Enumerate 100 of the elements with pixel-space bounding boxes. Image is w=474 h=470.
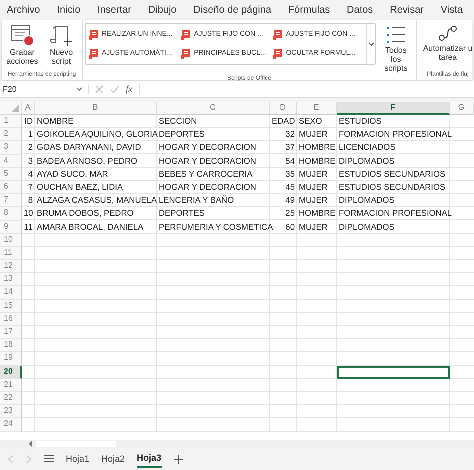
row-header[interactable]: 5 [0,168,22,181]
table-cell-text: DIPLOMADOS [338,154,396,168]
table-cell-text: DIPLOMADOS [338,194,396,208]
table-cell-text: DEPORTES [158,207,206,220]
table-cell-text: 7 [27,180,34,194]
menu-tab[interactable]: Archivo [4,4,44,16]
menu-tab[interactable]: Insertar [94,4,134,16]
corner-triangle-icon [12,105,19,112]
row-header[interactable]: 22 [0,392,22,406]
column-header[interactable]: B [35,102,157,115]
table-cell-text: ID [24,115,34,128]
enter-icon[interactable] [110,84,120,94]
menu-tab[interactable]: Inicio [54,4,84,16]
row-header[interactable]: 21 [0,378,22,392]
table-cell-text: MUJER [298,168,329,181]
select-all-button[interactable] [0,102,22,115]
table-cell-text: 35 [284,168,296,181]
row-header[interactable]: 20 [0,366,22,379]
table-cell-text: BEBES Y CARROCERIA [158,168,254,181]
table-cell-text: OUCHAN BAEZ, LIDIA [36,180,124,194]
row-header[interactable]: 17 [0,326,22,340]
table-cell-text: DEPORTES [158,128,206,142]
previous-sheet-icon[interactable] [8,454,14,464]
table-cell-text: DIPLOMADOS [338,220,396,234]
table-cell-text: HOGAR Y DECORACION [158,154,258,168]
menu-tab[interactable]: Vista [438,4,466,16]
row-header[interactable]: 15 [0,300,22,313]
table-cell-text: MUJER [298,128,329,142]
table-cell-text: HOMBRE [298,141,337,154]
row-header[interactable]: 12 [0,260,22,274]
menu-tab[interactable]: Fórmulas [285,4,334,16]
row-header[interactable]: 3 [0,141,22,155]
column-header[interactable]: E [297,102,337,115]
table-cell-text: 11 [23,220,34,234]
row-header[interactable]: 2 [0,128,22,142]
new-script-button[interactable]: Nuevo script [43,23,80,72]
all-scripts-button[interactable]: Todos los scripts [378,23,414,76]
column-header[interactable]: D [270,102,297,115]
cancel-icon[interactable] [95,84,104,94]
add-sheet-icon[interactable] [174,454,183,464]
record-actions-button[interactable]: Grabar acciones [4,23,41,72]
row-header[interactable]: 10 [0,234,22,247]
row-header[interactable]: 13 [0,273,22,286]
scroll-left-icon[interactable] [28,441,33,447]
row-header[interactable]: 24 [0,418,22,432]
row-header[interactable]: 14 [0,286,22,300]
table-cell-text: NOMBRE [36,115,75,128]
menu-icon[interactable] [44,455,54,463]
selected-cell[interactable] [337,366,450,379]
row-header[interactable]: 23 [0,405,22,418]
table-cell-text: ALZAGA CASASUS, MANUELA [36,194,157,208]
row-header[interactable]: 16 [0,312,22,326]
table-cell-text: BADEA ARNOSO, PEDRO [36,154,139,168]
sheet-tab[interactable]: Hoja1 [66,451,90,467]
table-cell-text: FORMACION PROFESIONAL [338,207,450,220]
table-cell-text: 45 [284,180,296,194]
script-icon [272,48,284,60]
table-cell-text: SECCION [158,115,198,128]
sheet-tab[interactable]: Hoja2 [102,451,126,467]
table-cell-text: 32 [284,128,296,142]
gallery-expand-button[interactable] [366,24,376,64]
column-header[interactable]: A [22,102,35,115]
row-header[interactable]: 4 [0,154,22,168]
table-cell-text: 49 [284,194,296,208]
table-cell-text: MUJER [298,180,329,194]
row-header[interactable]: 6 [0,180,22,194]
automate-task-button[interactable]: Automatizar u tarea [419,23,474,72]
table-cell-text: 1 [27,128,34,142]
insert-function-button[interactable]: fx [126,84,140,94]
script-icon [272,28,284,40]
menu-tab[interactable]: Datos [344,4,376,16]
table-cell-text: SEXO [298,115,324,128]
menu-tab[interactable]: Diseño de página [190,4,275,16]
table-cell-text: HOMBRE [298,207,337,220]
row-header[interactable]: 19 [0,352,22,366]
table-cell-text: GOAS DARYANANI, DAVID [36,141,142,154]
table-cell-text: ESTUDIOS SECUNDARIOS [338,180,447,194]
column-header[interactable]: C [157,102,270,115]
table-cell-text: 54 [284,154,296,168]
row-header[interactable]: 18 [0,339,22,352]
sheet-tab[interactable]: Hoja3 [137,450,162,468]
table-cell-text: GOIKOLEA AQUILINO, GLORIA [36,128,157,142]
script-icon [88,28,99,40]
row-header[interactable]: 9 [0,220,22,234]
table-cell-text: HOGAR Y DECORACION [158,180,258,194]
menu-tab[interactable]: Revisar [387,4,427,16]
column-header[interactable]: G [450,102,474,115]
row-header[interactable]: 1 [0,115,22,128]
script-icon [180,28,192,40]
row-header[interactable]: 8 [0,207,22,220]
script-icon [180,48,192,60]
name-box[interactable]: F20 [3,84,89,94]
row-header[interactable]: 11 [0,246,22,260]
table-cell-text: MUJER [298,220,329,234]
flow-icon [438,25,458,43]
list-icon [385,25,408,45]
row-header[interactable]: 7 [0,194,22,208]
menu-tab[interactable]: Dibujo [145,4,180,16]
next-sheet-icon[interactable] [26,454,32,464]
column-header[interactable]: F [337,102,450,115]
